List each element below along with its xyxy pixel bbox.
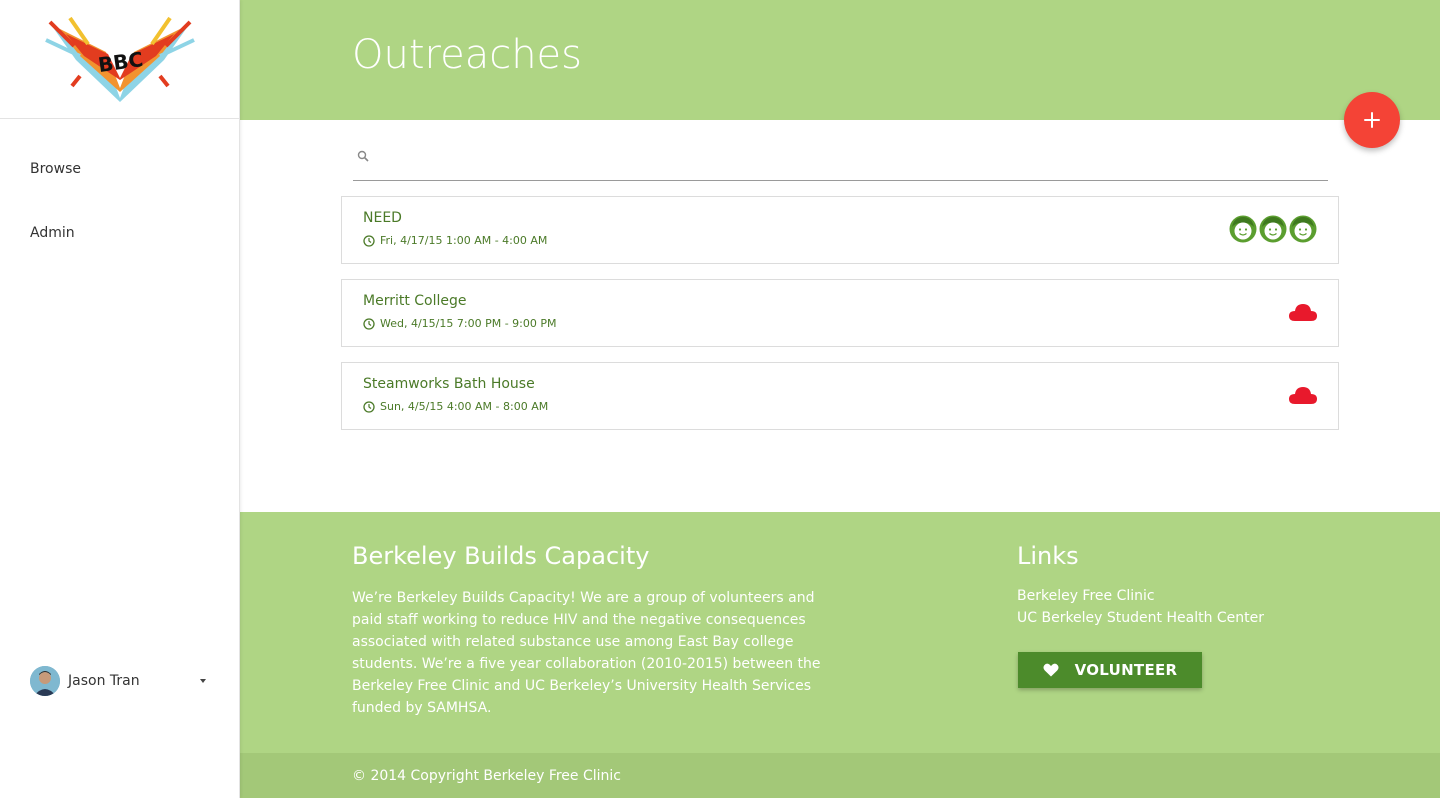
link-berkeley-free-clinic[interactable]: Berkeley Free Clinic [1017,588,1155,604]
footer-title: Berkeley Builds Capacity [352,542,650,570]
add-outreach-button[interactable] [1344,92,1400,148]
volunteer-button[interactable]: VOLUNTEER [1018,652,1202,688]
sidebar-item-browse[interactable]: Browse [0,137,239,201]
search-bar [353,140,1328,181]
outreach-time-row: Fri, 4/17/15 1:00 AM - 4:00 AM [363,234,547,247]
sidebar-item-admin[interactable]: Admin [0,201,239,265]
user-name: Jason Tran [68,673,140,689]
copyright-text: © 2014 Copyright Berkeley Free Clinic [352,768,621,784]
sidebar-item-label: Admin [30,225,75,241]
sidebar: BBC Browse Admin Jason Tran [0,0,240,798]
outreach-time: Wed, 4/15/15 7:00 PM - 9:00 PM [380,317,557,330]
outreach-card[interactable]: Merritt College Wed, 4/15/15 7:00 PM - 9… [341,279,1339,347]
outreach-name: Merritt College [363,293,467,309]
clock-icon [363,317,375,330]
outreach-time: Fri, 4/17/15 1:00 AM - 4:00 AM [380,234,548,247]
logo-area: BBC [0,0,239,119]
bbc-logo[interactable]: BBC [44,16,196,102]
sidebar-item-label: Browse [30,161,81,177]
search-input[interactable] [377,146,1317,172]
cloud-icon [1288,302,1318,322]
cloud-icon [1288,385,1318,405]
caret-down-icon [200,679,206,683]
volunteer-label: VOLUNTEER [1074,661,1178,679]
footer: Berkeley Builds Capacity We’re Berkeley … [240,512,1440,753]
faces-icon [1228,214,1318,244]
outreach-name: Steamworks Bath House [363,376,535,392]
user-menu[interactable]: Jason Tran [30,664,210,698]
clock-icon [363,234,375,247]
plus-icon [1364,112,1380,128]
page-header: Outreaches [240,0,1440,120]
copyright-bar: © 2014 Copyright Berkeley Free Clinic [240,753,1440,798]
outreach-name: NEED [363,210,402,226]
outreach-card[interactable]: Steamworks Bath House Sun, 4/5/15 4:00 A… [341,362,1339,430]
links-title: Links [1017,542,1079,570]
link-uc-berkeley-health-center[interactable]: UC Berkeley Student Health Center [1017,610,1264,626]
avatar [30,666,60,696]
search-icon [357,150,369,162]
heart-icon [1043,663,1059,677]
outreach-time-row: Wed, 4/15/15 7:00 PM - 9:00 PM [363,317,556,330]
outreach-card[interactable]: NEED Fri, 4/17/15 1:00 AM - 4:00 AM [341,196,1339,264]
clock-icon [363,400,375,413]
outreach-time: Sun, 4/5/15 4:00 AM - 8:00 AM [380,400,549,413]
outreach-time-row: Sun, 4/5/15 4:00 AM - 8:00 AM [363,400,548,413]
page-title: Outreaches [352,32,582,78]
footer-description: We’re Berkeley Builds Capacity! We are a… [352,590,821,716]
sidebar-nav: Browse Admin [0,119,239,265]
